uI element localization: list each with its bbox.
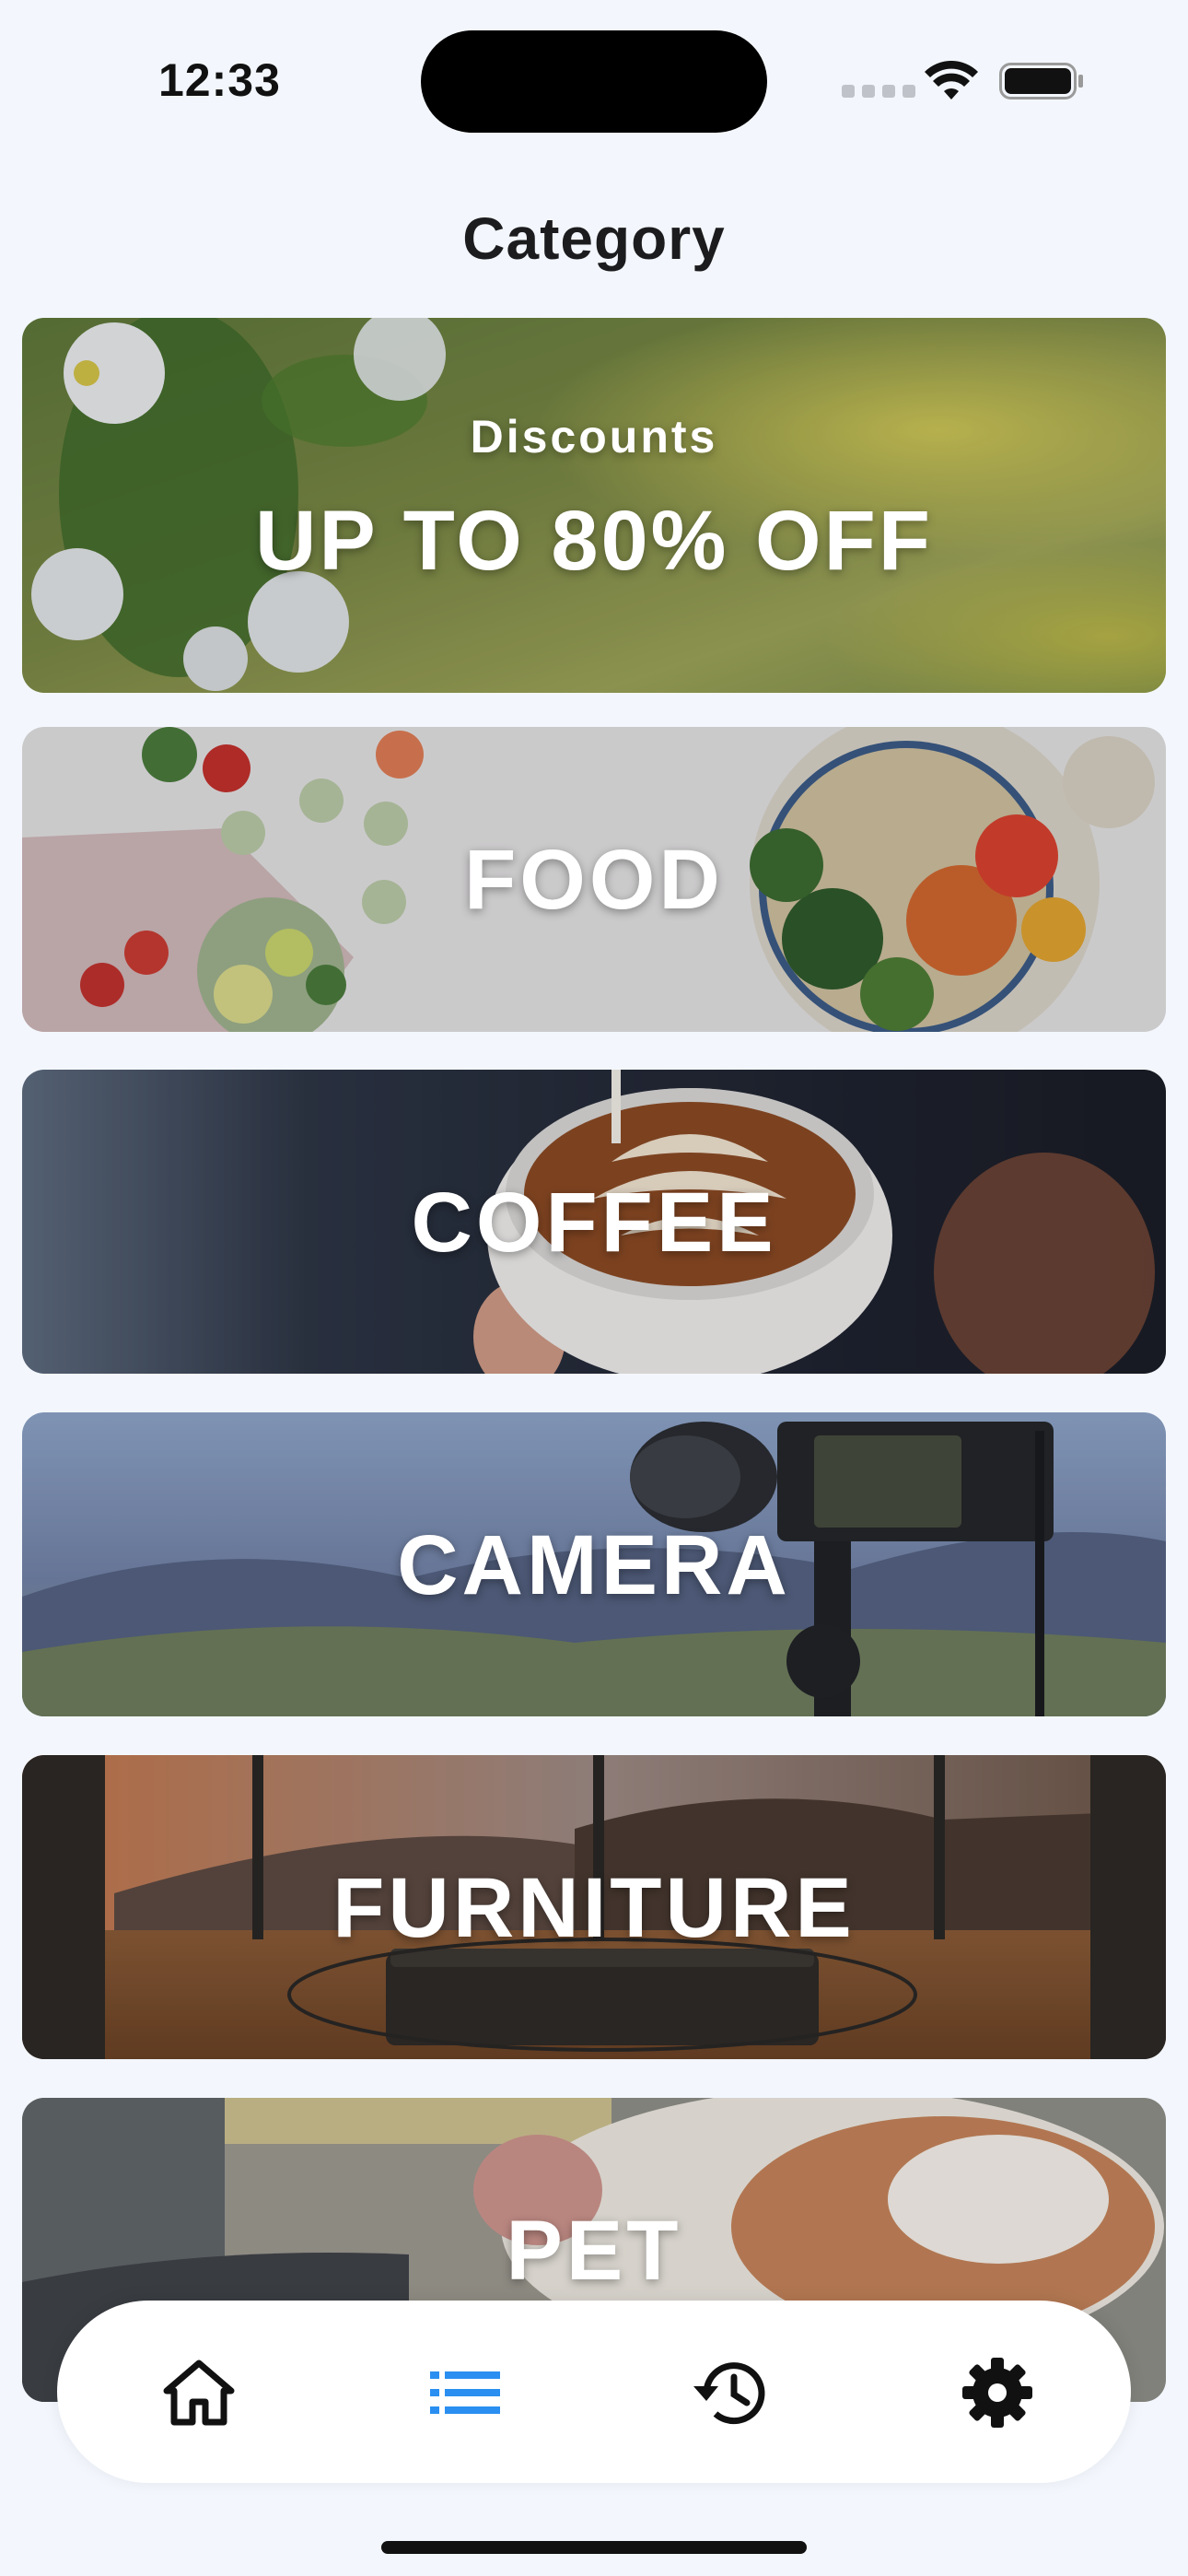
dynamic-island xyxy=(421,30,767,133)
banner-headline: UP TO 80% OFF xyxy=(254,494,933,588)
banner-subtitle: Discounts xyxy=(470,411,718,463)
signal-icon xyxy=(842,85,917,98)
category-label-coffee: COFFEE xyxy=(411,1176,777,1270)
category-label-furniture: FURNITURE xyxy=(332,1861,856,1955)
history-icon xyxy=(693,2362,765,2425)
nav-settings-button[interactable] xyxy=(947,2342,1048,2443)
category-card-camera[interactable]: CAMERA xyxy=(22,1412,1166,1716)
nav-category-list-button[interactable] xyxy=(414,2342,516,2443)
bottom-navigation-bar xyxy=(57,2301,1131,2483)
settings-gear-icon xyxy=(962,2358,1032,2428)
category-label-camera: CAMERA xyxy=(397,1518,791,1612)
battery-icon xyxy=(999,63,1083,100)
category-card-food[interactable]: FOOD xyxy=(22,727,1166,1032)
status-bar: 12:33 xyxy=(0,0,1188,157)
category-label-pet: PET xyxy=(506,2204,682,2298)
page-title: Category xyxy=(462,205,726,272)
status-time: 12:33 xyxy=(158,54,281,106)
home-indicator xyxy=(381,2541,807,2554)
category-card-furniture[interactable]: FURNITURE xyxy=(22,1755,1166,2059)
home-icon xyxy=(163,2359,235,2426)
list-icon xyxy=(430,2371,500,2414)
category-card-coffee[interactable]: COFFEE xyxy=(22,1070,1166,1374)
category-label-food: FOOD xyxy=(464,833,724,927)
nav-history-button[interactable] xyxy=(679,2342,780,2443)
nav-home-button[interactable] xyxy=(148,2342,250,2443)
discount-banner[interactable]: Discounts UP TO 80% OFF xyxy=(22,318,1166,693)
wifi-icon xyxy=(925,61,978,100)
